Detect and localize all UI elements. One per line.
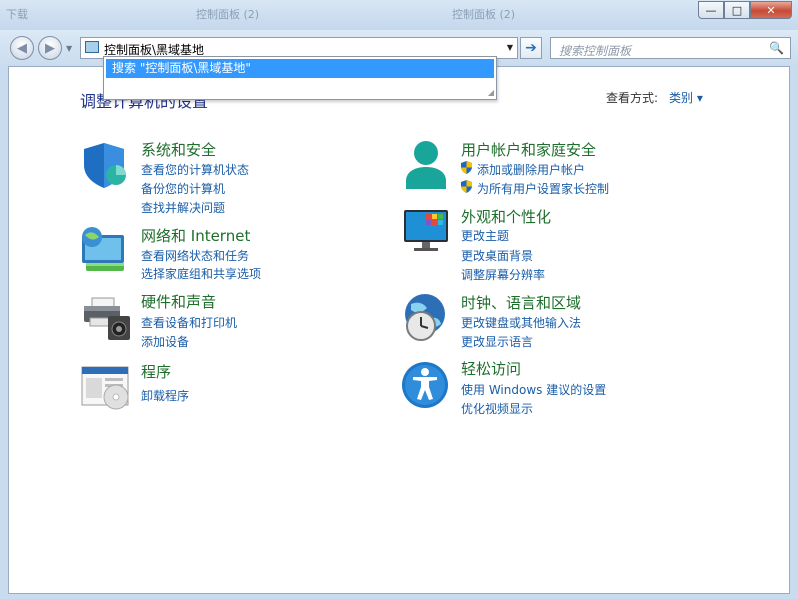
back-button[interactable]: ◀ xyxy=(10,36,34,60)
link-add-remove-accounts[interactable]: 添加或删除用户帐户 xyxy=(477,161,585,178)
ghost-tab-1: 下载 xyxy=(6,8,28,21)
minimize-button[interactable]: — xyxy=(698,1,724,19)
user-accounts-icon[interactable] xyxy=(404,139,448,191)
link-uninstall[interactable]: 卸载程序 xyxy=(141,387,189,404)
control-panel-icon xyxy=(85,41,99,53)
link-keyboard-input[interactable]: 更改键盘或其他输入法 xyxy=(461,314,581,331)
address-dropdown-icon[interactable]: ▼ xyxy=(507,43,513,52)
category-programs[interactable]: 程序 xyxy=(141,361,171,382)
category-ease-of-access[interactable]: 轻松访问 xyxy=(461,358,521,379)
view-by-dropdown[interactable]: 类别 ▾ xyxy=(669,89,703,106)
address-autocomplete: 搜索 "控制面板\黑域基地" ◢ xyxy=(103,56,497,100)
category-system-security[interactable]: 系统和安全 xyxy=(141,139,216,160)
accessibility-icon[interactable] xyxy=(401,361,451,411)
printer-hardware-icon[interactable] xyxy=(82,296,132,342)
search-input[interactable]: 搜索控制面板 xyxy=(559,42,631,59)
resize-grip-icon[interactable]: ◢ xyxy=(488,88,494,97)
link-troubleshoot[interactable]: 查找并解决问题 xyxy=(141,199,225,216)
link-view-status[interactable]: 查看您的计算机状态 xyxy=(141,161,249,178)
view-by-label: 查看方式: xyxy=(606,91,659,105)
category-clock-region[interactable]: 时钟、语言和区域 xyxy=(461,292,581,313)
view-by-value: 类别 xyxy=(669,91,694,105)
ghost-tab-3: 控制面板 (2) xyxy=(452,8,516,21)
recent-pages-dropdown-icon[interactable]: ▼ xyxy=(66,44,72,53)
link-desktop-background[interactable]: 更改桌面背景 xyxy=(461,247,533,264)
forward-arrow-icon: ▶ xyxy=(45,40,55,56)
link-screen-resolution[interactable]: 调整屏幕分辨率 xyxy=(461,266,545,283)
network-icon[interactable] xyxy=(80,225,130,275)
link-optimize-display[interactable]: 优化视频显示 xyxy=(461,400,533,417)
maximize-button[interactable]: □ xyxy=(724,1,750,19)
go-arrow-icon: ➔ xyxy=(525,40,537,56)
control-panel-window: 下载 控制面板 (2) 控制面板 (2) — □ ✕ ◀ ▶ ▼ 控制面板\黑域… xyxy=(0,0,798,599)
link-change-theme[interactable]: 更改主题 xyxy=(461,227,509,244)
category-user-accounts[interactable]: 用户帐户和家庭安全 xyxy=(461,139,596,160)
chevron-down-icon: ▾ xyxy=(696,91,703,105)
search-box[interactable]: 搜索控制面板 🔍 xyxy=(550,37,791,59)
link-windows-suggested[interactable]: 使用 Windows 建议的设置 xyxy=(461,381,606,398)
forward-button[interactable]: ▶ xyxy=(38,36,62,60)
back-arrow-icon: ◀ xyxy=(17,40,27,56)
link-network-status[interactable]: 查看网络状态和任务 xyxy=(141,247,249,264)
uac-shield-icon xyxy=(461,180,472,193)
programs-icon[interactable] xyxy=(80,365,132,411)
window-controls: — □ ✕ xyxy=(698,1,792,19)
ghost-tab-2: 控制面板 (2) xyxy=(196,8,260,21)
monitor-appearance-icon[interactable] xyxy=(402,208,452,254)
shield-system-icon[interactable] xyxy=(82,141,130,189)
link-backup[interactable]: 备份您的计算机 xyxy=(141,180,225,197)
go-button[interactable]: ➔ xyxy=(520,37,542,59)
link-parental-controls[interactable]: 为所有用户设置家长控制 xyxy=(477,180,609,197)
category-appearance[interactable]: 外观和个性化 xyxy=(461,206,551,227)
link-add-device[interactable]: 添加设备 xyxy=(141,333,189,350)
clock-globe-icon[interactable] xyxy=(401,292,453,344)
close-button[interactable]: ✕ xyxy=(750,1,792,19)
link-devices-printers[interactable]: 查看设备和打印机 xyxy=(141,314,237,331)
autocomplete-item[interactable]: 搜索 "控制面板\黑域基地" xyxy=(106,59,494,78)
link-display-language[interactable]: 更改显示语言 xyxy=(461,333,533,350)
search-icon[interactable]: 🔍 xyxy=(769,41,784,55)
category-network[interactable]: 网络和 Internet xyxy=(141,225,250,246)
title-bar[interactable]: 下载 控制面板 (2) 控制面板 (2) — □ ✕ xyxy=(0,0,798,30)
category-hardware-sound[interactable]: 硬件和声音 xyxy=(141,291,216,312)
link-homegroup[interactable]: 选择家庭组和共享选项 xyxy=(141,265,261,282)
uac-shield-icon xyxy=(461,161,472,174)
